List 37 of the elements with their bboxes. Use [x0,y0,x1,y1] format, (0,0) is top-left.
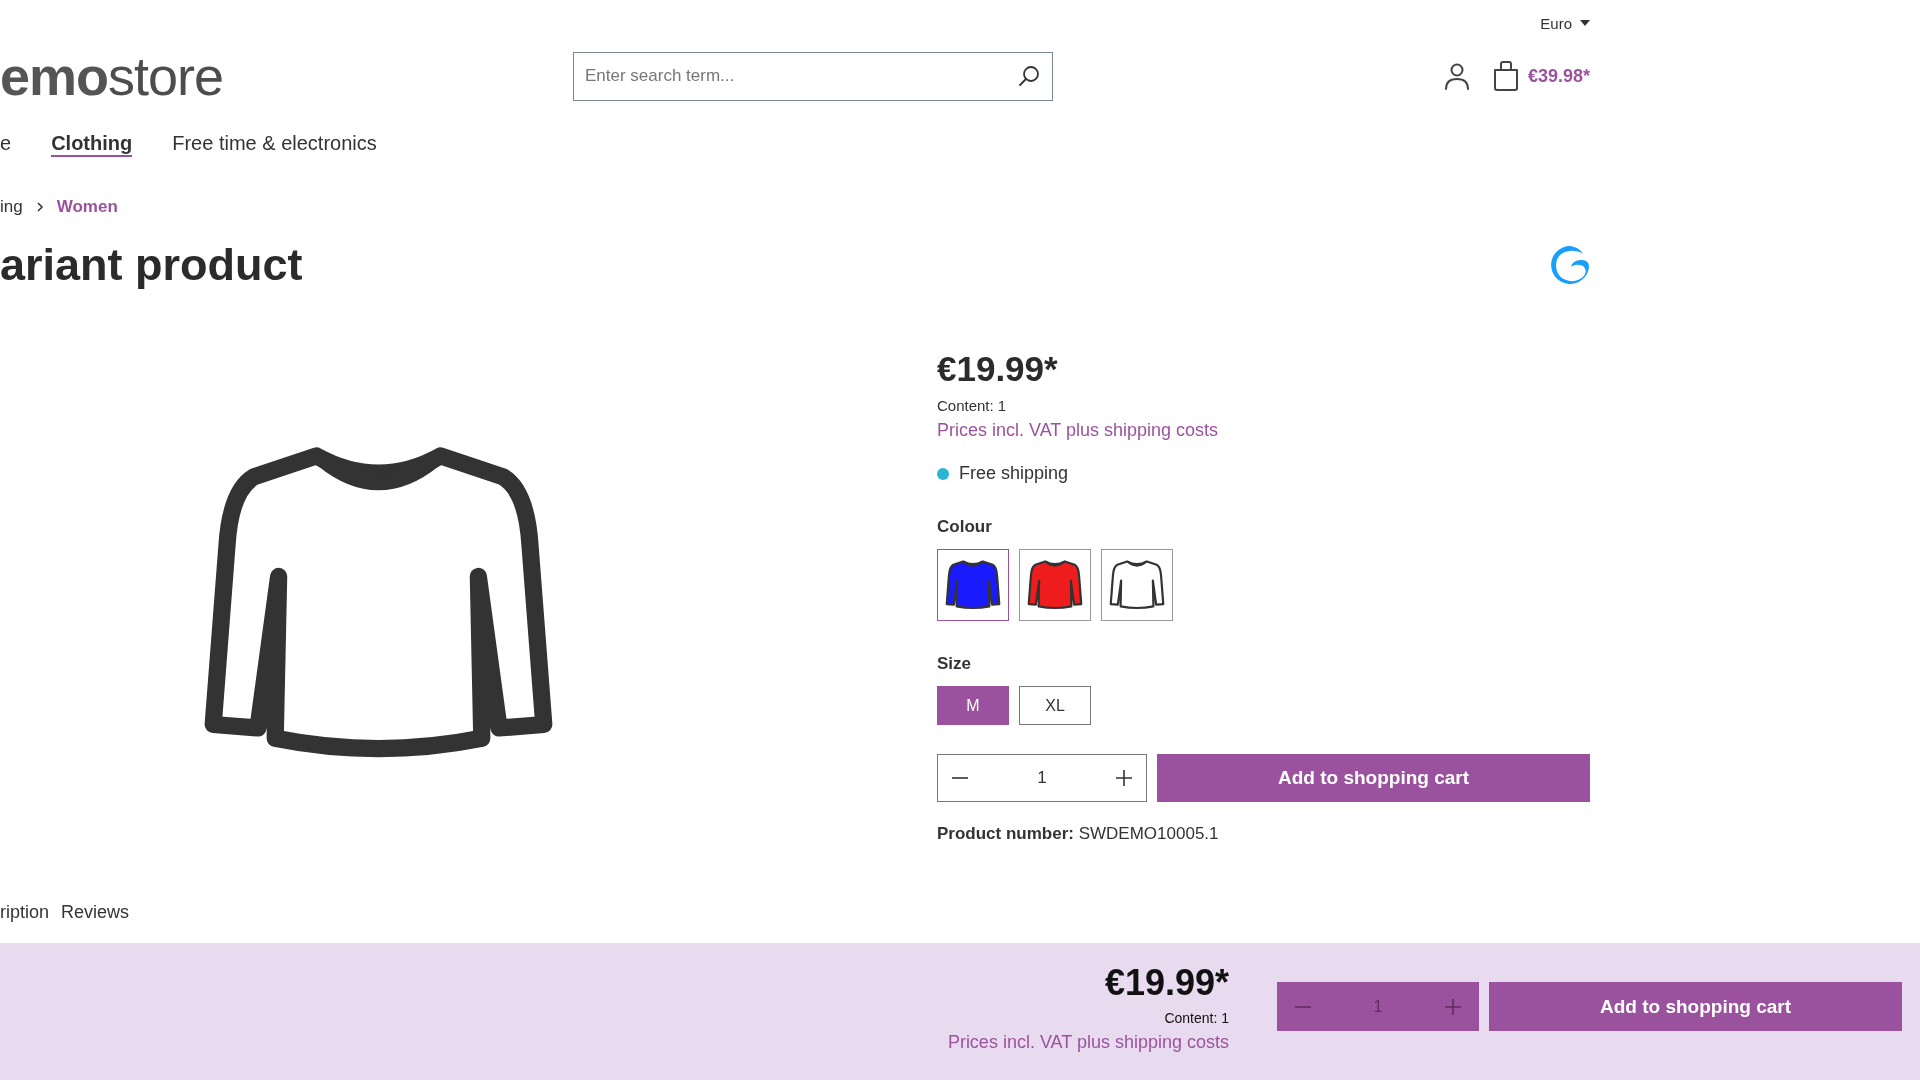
delivery-text: Free shipping [959,463,1069,484]
add-to-cart-button[interactable]: Add to shopping cart [1157,754,1590,802]
tab[interactable]: ription [0,902,50,923]
breadcrumb-link[interactable]: Women [56,197,118,217]
breadcrumb-link[interactable]: ing [0,197,23,217]
product-number: Product number: SWDEMO10005.1 [937,824,1220,844]
product-title: ariant product [0,239,303,291]
cart-total[interactable]: €39.98* [1527,65,1590,87]
content-text: Content: 1 [937,397,1008,414]
nav-link[interactable]: Free time & electronics [172,124,377,154]
product-price: €19.99* [1104,962,1229,1004]
caret-icon [1580,20,1590,26]
colour-option[interactable] [1101,549,1173,621]
currency-dropdown[interactable]: Euro [1540,8,1590,38]
colour-option[interactable] [1019,549,1091,621]
brand-logo-icon [1550,245,1590,285]
product-price: €19.99* [937,349,1059,389]
colour-option[interactable] [937,549,1009,621]
size-option[interactable]: M [937,686,1009,725]
tab[interactable]: Reviews [61,902,130,923]
nav-link[interactable]: Clothing [51,124,133,157]
chevron-icon [34,201,45,213]
content-text: Content: 1 [1164,1010,1229,1026]
size-option[interactable]: XL [1019,686,1091,725]
tax-info-link[interactable]: Prices incl. VAT plus shipping costs [937,420,1219,441]
search-field[interactable]: Enter search term... [573,51,1053,101]
account-icon[interactable] [1443,62,1470,90]
quantity-field[interactable]: 1 [937,754,1147,802]
nav-link[interactable]: e [0,124,12,154]
tax-info-link[interactable]: Prices incl. VAT plus shipping costs [947,1032,1229,1053]
store-logo[interactable]: emostore [0,45,224,107]
option-label: Size [937,654,973,674]
option-label: Colour [937,517,993,537]
plus-icon[interactable] [1114,768,1134,788]
search-icon[interactable] [1017,63,1041,88]
shopping-bag-icon[interactable] [1491,61,1520,91]
add-to-cart-button[interactable]: Add to shopping cart [1489,982,1902,1031]
